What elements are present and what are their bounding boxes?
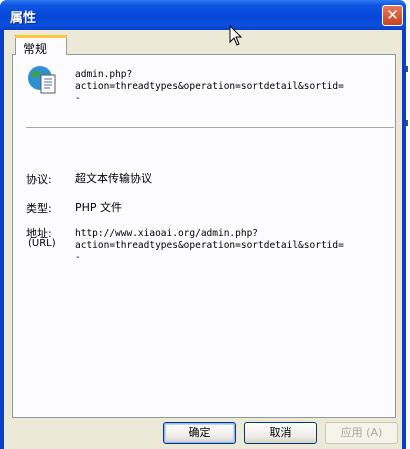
type-value: PHP 文件 bbox=[75, 201, 123, 214]
dialog-body: 常规 admin.php? action=threadtypes&operati… bbox=[4, 30, 402, 449]
tab-active-indicator bbox=[15, 35, 67, 38]
title-bar[interactable]: 属性 ✕ bbox=[0, 0, 406, 30]
type-label: 类型: bbox=[26, 202, 52, 215]
window-title: 属性 bbox=[10, 11, 37, 26]
protocol-label: 协议: bbox=[26, 173, 52, 186]
apply-button: 应用 (A) bbox=[325, 422, 398, 444]
properties-dialog: 属性 ✕ 常规 admin.php? action=threadtypes&op… bbox=[0, 0, 406, 449]
protocol-value: 超文本传输协议 bbox=[75, 172, 152, 185]
divider bbox=[26, 127, 394, 128]
address-value[interactable]: http://www.xiaoai.org/admin.php? action=… bbox=[75, 228, 385, 264]
globe-document-icon bbox=[28, 66, 56, 94]
address-sublabel: (URL) bbox=[28, 238, 56, 249]
mouse-cursor-icon bbox=[229, 25, 243, 46]
tab-general-label: 常规 bbox=[23, 42, 48, 56]
tab-general[interactable]: 常规 bbox=[15, 35, 67, 56]
file-name: admin.php? action=threadtypes&operation=… bbox=[75, 69, 344, 104]
general-tab-panel: admin.php? action=threadtypes&operation=… bbox=[12, 54, 396, 418]
close-icon: ✕ bbox=[386, 6, 399, 24]
close-button[interactable]: ✕ bbox=[382, 5, 403, 26]
ok-button[interactable]: 确定 bbox=[163, 422, 236, 444]
cancel-button[interactable]: 取消 bbox=[244, 422, 317, 444]
